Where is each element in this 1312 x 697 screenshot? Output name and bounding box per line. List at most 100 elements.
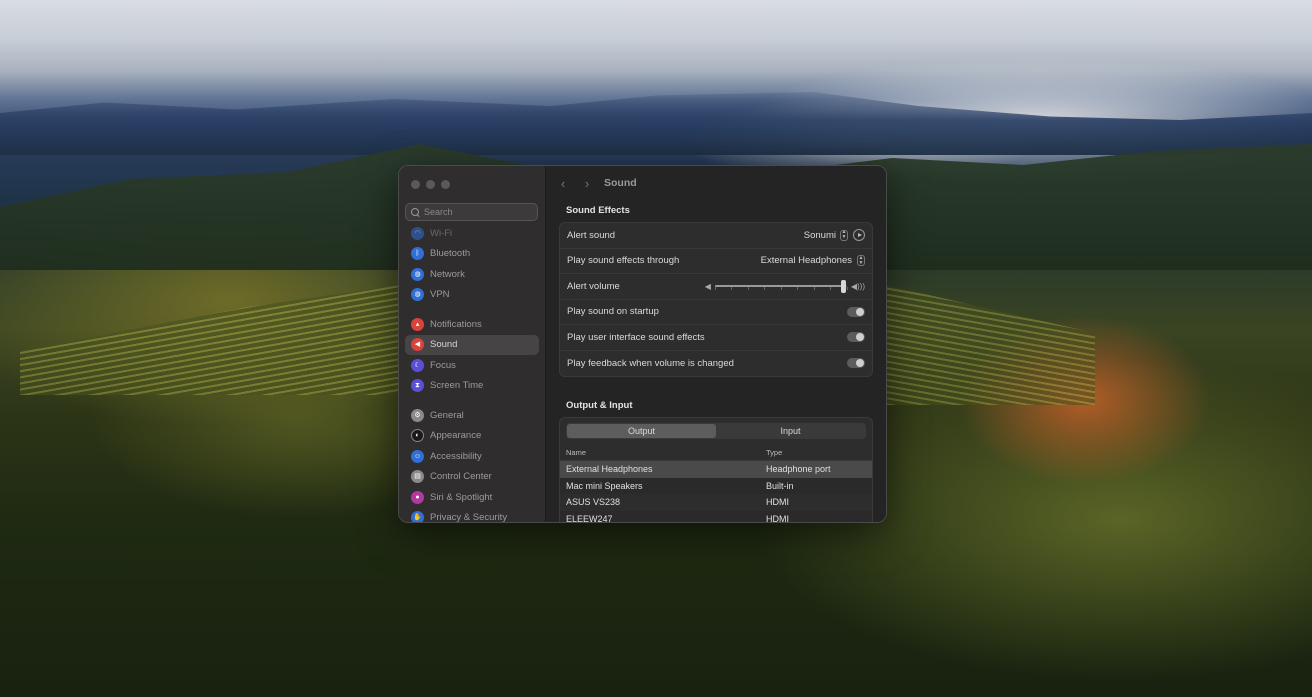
sidebar-item-network[interactable]: ◍ Network	[405, 264, 539, 285]
play-through-row: Play sound effects through External Head…	[560, 249, 872, 274]
startup-sound-toggle[interactable]	[847, 306, 865, 317]
accessibility-icon: ☺	[411, 449, 424, 463]
column-header-type[interactable]: Type	[759, 448, 782, 457]
device-type: HDMI	[766, 497, 789, 508]
sidebar-item-general[interactable]: ⚙ General	[405, 405, 539, 426]
sound-effects-group: Alert sound Sonumi ▲ ▼ Play sound effects…	[559, 222, 873, 377]
distant-ridge	[0, 92, 1312, 155]
up-down-chevron-icon: ▲ ▼	[840, 229, 848, 241]
table-header: Name Type	[560, 445, 872, 461]
sidebar-item-notifications[interactable]: ▴ Notifications	[405, 314, 539, 335]
up-down-chevron-icon: ▲ ▼	[857, 254, 865, 267]
toolbar: ‹ › Sound	[546, 166, 886, 200]
alert-sound-popup[interactable]: Sonumi ▲ ▼	[803, 229, 848, 241]
startup-sound-row: Play sound on startup	[560, 300, 872, 325]
sidebar-item-focus[interactable]: ☾ Focus	[405, 355, 539, 376]
forward-chevron-icon[interactable]: ›	[582, 176, 592, 191]
tab-input[interactable]: Input	[716, 424, 865, 438]
minimize-button[interactable]	[426, 180, 435, 189]
settings-content: ‹ › Sound Sound Effects Alert sound Sonu…	[546, 166, 886, 522]
device-name: Mac mini Speakers	[566, 480, 643, 491]
bell-icon: ▴	[411, 317, 424, 331]
volume-low-icon: ◀	[704, 281, 711, 291]
play-through-popup[interactable]: External Headphones ▲ ▼	[760, 254, 865, 267]
volume-feedback-row: Play feedback when volume is changed	[560, 351, 872, 377]
back-chevron-icon[interactable]: ‹	[558, 176, 568, 191]
sidebar-item-appearance[interactable]: ◐ Appearance	[405, 426, 539, 447]
vineyard-right	[885, 285, 1095, 405]
globe-icon: ◍	[411, 267, 424, 281]
sidebar-item-label: Focus	[430, 359, 456, 371]
table-row[interactable]: ELEEW247 HDMI	[560, 510, 872, 522]
output-input-heading: Output & Input	[566, 400, 633, 411]
slider-tick	[764, 287, 766, 291]
column-header-name[interactable]: Name	[560, 448, 759, 457]
device-type: Built-in	[766, 480, 794, 491]
device-type: Headphone port	[766, 464, 831, 475]
gear-icon: ⚙	[411, 408, 424, 422]
tab-output[interactable]: Output	[567, 424, 716, 438]
sidebar-item-screen-time[interactable]: ⧗ Screen Time	[405, 376, 539, 397]
play-icon[interactable]	[853, 229, 865, 242]
sidebar: ◠ Wi-Fi ᛒ Bluetooth ◍ Network ◍ VPN ▴ No…	[399, 166, 546, 522]
toggle-label: Play feedback when volume is changed	[567, 357, 734, 369]
slider-tick	[813, 287, 815, 291]
search-icon	[411, 207, 420, 217]
hourglass-icon: ⧗	[411, 379, 424, 393]
volume-feedback-toggle[interactable]	[847, 358, 865, 369]
slider-tick	[731, 287, 733, 291]
sidebar-item-accessibility[interactable]: ☺ Accessibility	[405, 446, 539, 467]
output-input-group: Output Input Name Type External Headphon…	[559, 417, 873, 522]
slider-tick	[846, 287, 848, 291]
sidebar-item-sound[interactable]: ◀ Sound	[405, 334, 539, 355]
vpn-globe-icon: ◍	[411, 288, 424, 302]
sidebar-search[interactable]	[405, 203, 538, 221]
control-center-icon: ▤	[411, 470, 424, 484]
play-through-value: External Headphones	[760, 255, 852, 267]
sidebar-divider	[405, 305, 539, 314]
sidebar-item-privacy-security[interactable]: ✋ Privacy & Security	[405, 508, 539, 522]
sidebar-item-label: Control Center	[430, 471, 492, 483]
sidebar-item-label: Screen Time	[430, 380, 484, 392]
toggle-label: Play sound on startup	[567, 306, 659, 318]
siri-icon: ●	[411, 490, 424, 504]
table-row[interactable]: External Headphones Headphone port	[560, 461, 872, 478]
device-name: ASUS VS238	[566, 497, 621, 508]
ui-sound-toggle[interactable]	[847, 332, 865, 343]
alert-sound-value: Sonumi	[803, 229, 836, 241]
sidebar-item-vpn[interactable]: ◍ VPN	[405, 285, 539, 306]
zoom-button[interactable]	[441, 180, 450, 189]
alert-volume-row: Alert volume ◀ ◀)))	[560, 274, 872, 300]
alert-volume-slider[interactable]	[714, 280, 848, 294]
alert-sound-row: Alert sound Sonumi ▲ ▼	[560, 223, 872, 249]
bluetooth-icon: ᛒ	[411, 247, 424, 261]
device-type: HDMI	[766, 513, 789, 522]
sidebar-item-control-center[interactable]: ▤ Control Center	[405, 467, 539, 488]
sidebar-item-label: Wi-Fi	[430, 227, 453, 239]
sidebar-item-label: Network	[430, 268, 465, 280]
vineyard-left	[20, 285, 400, 395]
toggle-label: Play user interface sound effects	[567, 331, 705, 343]
sidebar-item-bluetooth[interactable]: ᛒ Bluetooth	[405, 244, 539, 265]
sidebar-item-label: Siri & Spotlight	[430, 491, 493, 503]
sidebar-list: ◠ Wi-Fi ᛒ Bluetooth ◍ Network ◍ VPN ▴ No…	[405, 223, 539, 522]
sidebar-item-label: Privacy & Security	[430, 512, 508, 522]
slider-tick	[797, 287, 799, 291]
play-through-label: Play sound effects through	[567, 255, 680, 267]
device-name: External Headphones	[566, 464, 653, 475]
moon-icon: ☾	[411, 358, 424, 372]
slider-thumb[interactable]	[840, 280, 846, 294]
close-button[interactable]	[411, 180, 420, 189]
volume-high-icon: ◀)))	[850, 281, 865, 291]
sidebar-item-siri-spotlight[interactable]: ● Siri & Spotlight	[405, 487, 539, 508]
search-input[interactable]	[424, 207, 534, 217]
slider-tick	[714, 287, 716, 291]
alert-volume-label: Alert volume	[567, 280, 620, 292]
table-row[interactable]: Mac mini Speakers Built-in	[560, 477, 872, 494]
wifi-icon: ◠	[411, 226, 424, 240]
sidebar-item-wifi[interactable]: ◠ Wi-Fi	[405, 223, 539, 244]
page-title: Sound	[604, 177, 637, 189]
table-row[interactable]: ASUS VS238 HDMI	[560, 494, 872, 511]
speaker-icon: ◀	[411, 338, 424, 352]
sidebar-item-label: Bluetooth	[430, 248, 471, 260]
